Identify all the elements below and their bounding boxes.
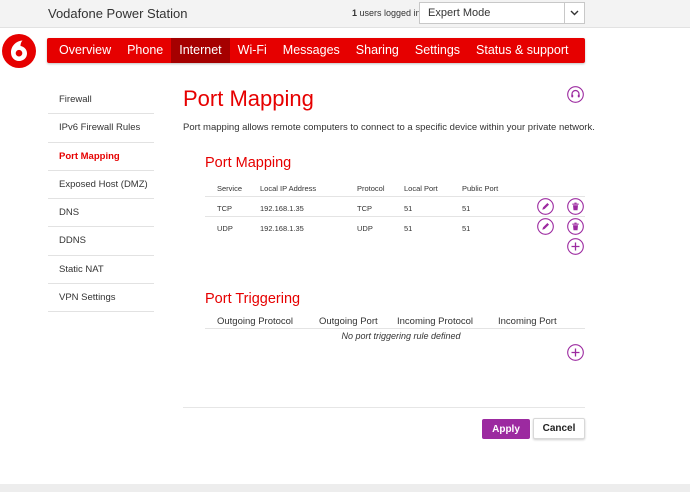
- cell-local-ip: 192.168.1.35: [260, 224, 304, 233]
- nav-status-support[interactable]: Status & support: [468, 38, 576, 63]
- col-header-outgoing-port: Outgoing Port: [319, 316, 378, 327]
- divider: [205, 216, 585, 217]
- mode-select-value: Expert Mode: [428, 7, 491, 19]
- cell-local-port: 51: [404, 204, 413, 213]
- nav-wifi[interactable]: Wi-Fi: [230, 38, 275, 63]
- users-text: users logged in: [359, 8, 421, 18]
- mode-select[interactable]: Expert Mode: [419, 2, 585, 24]
- cell-service: TCP: [217, 204, 232, 213]
- empty-state-text: No port triggering rule defined: [341, 331, 461, 341]
- plus-icon[interactable]: [567, 238, 584, 255]
- cancel-button[interactable]: Cancel: [533, 418, 585, 439]
- col-header-service: Service: [217, 184, 243, 193]
- nav-settings[interactable]: Settings: [407, 38, 468, 63]
- top-header: Vodafone Power Station 1 users logged in…: [0, 0, 690, 28]
- cell-public-port: 51: [462, 204, 471, 213]
- sidebar-item-static-nat[interactable]: Static NAT: [48, 256, 154, 285]
- col-header-local-ip: Local IP Address: [260, 184, 317, 193]
- nav-messages[interactable]: Messages: [275, 38, 348, 63]
- app-title: Vodafone Power Station: [48, 6, 188, 21]
- pencil-icon[interactable]: [537, 218, 554, 235]
- divider: [205, 328, 585, 329]
- trash-icon[interactable]: [567, 218, 584, 235]
- cell-local-port: 51: [404, 224, 413, 233]
- cell-protocol: TCP: [357, 204, 372, 213]
- col-header-public-port: Public Port: [462, 184, 499, 193]
- nav-internet[interactable]: Internet: [171, 38, 230, 63]
- nav-sharing[interactable]: Sharing: [348, 38, 407, 63]
- col-header-local-port: Local Port: [404, 184, 438, 193]
- sidebar-item-firewall[interactable]: Firewall: [48, 86, 154, 115]
- sidebar-item-vpn-settings[interactable]: VPN Settings: [48, 284, 154, 313]
- sidebar: Firewall IPv6 Firewall Rules Port Mappin…: [48, 86, 154, 313]
- col-header-protocol: Protocol: [357, 184, 385, 193]
- divider: [205, 196, 585, 197]
- users-logged-in: 1 users logged in: [352, 8, 421, 18]
- chevron-down-icon[interactable]: [564, 3, 584, 23]
- sidebar-item-ipv6-firewall-rules[interactable]: IPv6 Firewall Rules: [48, 114, 154, 143]
- divider: [183, 407, 585, 408]
- cell-public-port: 51: [462, 224, 471, 233]
- cell-service: UDP: [217, 224, 233, 233]
- vodafone-logo-icon[interactable]: [0, 32, 38, 70]
- pencil-icon[interactable]: [537, 198, 554, 215]
- port-mapping-title: Port Mapping: [205, 155, 292, 171]
- sidebar-item-ddns[interactable]: DDNS: [48, 227, 154, 256]
- page-description: Port mapping allows remote computers to …: [183, 122, 595, 133]
- main-nav: Overview Phone Internet Wi-Fi Messages S…: [47, 38, 585, 63]
- sidebar-item-exposed-host[interactable]: Exposed Host (DMZ): [48, 171, 154, 200]
- sidebar-item-port-mapping[interactable]: Port Mapping: [48, 143, 154, 171]
- bottom-bar: [0, 484, 690, 492]
- trash-icon[interactable]: [567, 198, 584, 215]
- plus-icon[interactable]: [567, 344, 584, 361]
- headset-icon[interactable]: [567, 86, 584, 103]
- cell-local-ip: 192.168.1.35: [260, 204, 304, 213]
- page-title: Port Mapping: [183, 86, 314, 111]
- col-header-outgoing-protocol: Outgoing Protocol: [217, 316, 294, 327]
- sidebar-item-dns[interactable]: DNS: [48, 199, 154, 228]
- nav-phone[interactable]: Phone: [119, 38, 171, 63]
- users-count: 1: [352, 8, 358, 18]
- col-header-incoming-protocol: Incoming Protocol: [397, 316, 474, 327]
- col-header-incoming-port: Incoming Port: [498, 316, 557, 327]
- cell-protocol: UDP: [357, 224, 373, 233]
- apply-button[interactable]: Apply: [482, 419, 530, 439]
- port-triggering-title: Port Triggering: [205, 291, 301, 307]
- nav-overview[interactable]: Overview: [47, 38, 119, 63]
